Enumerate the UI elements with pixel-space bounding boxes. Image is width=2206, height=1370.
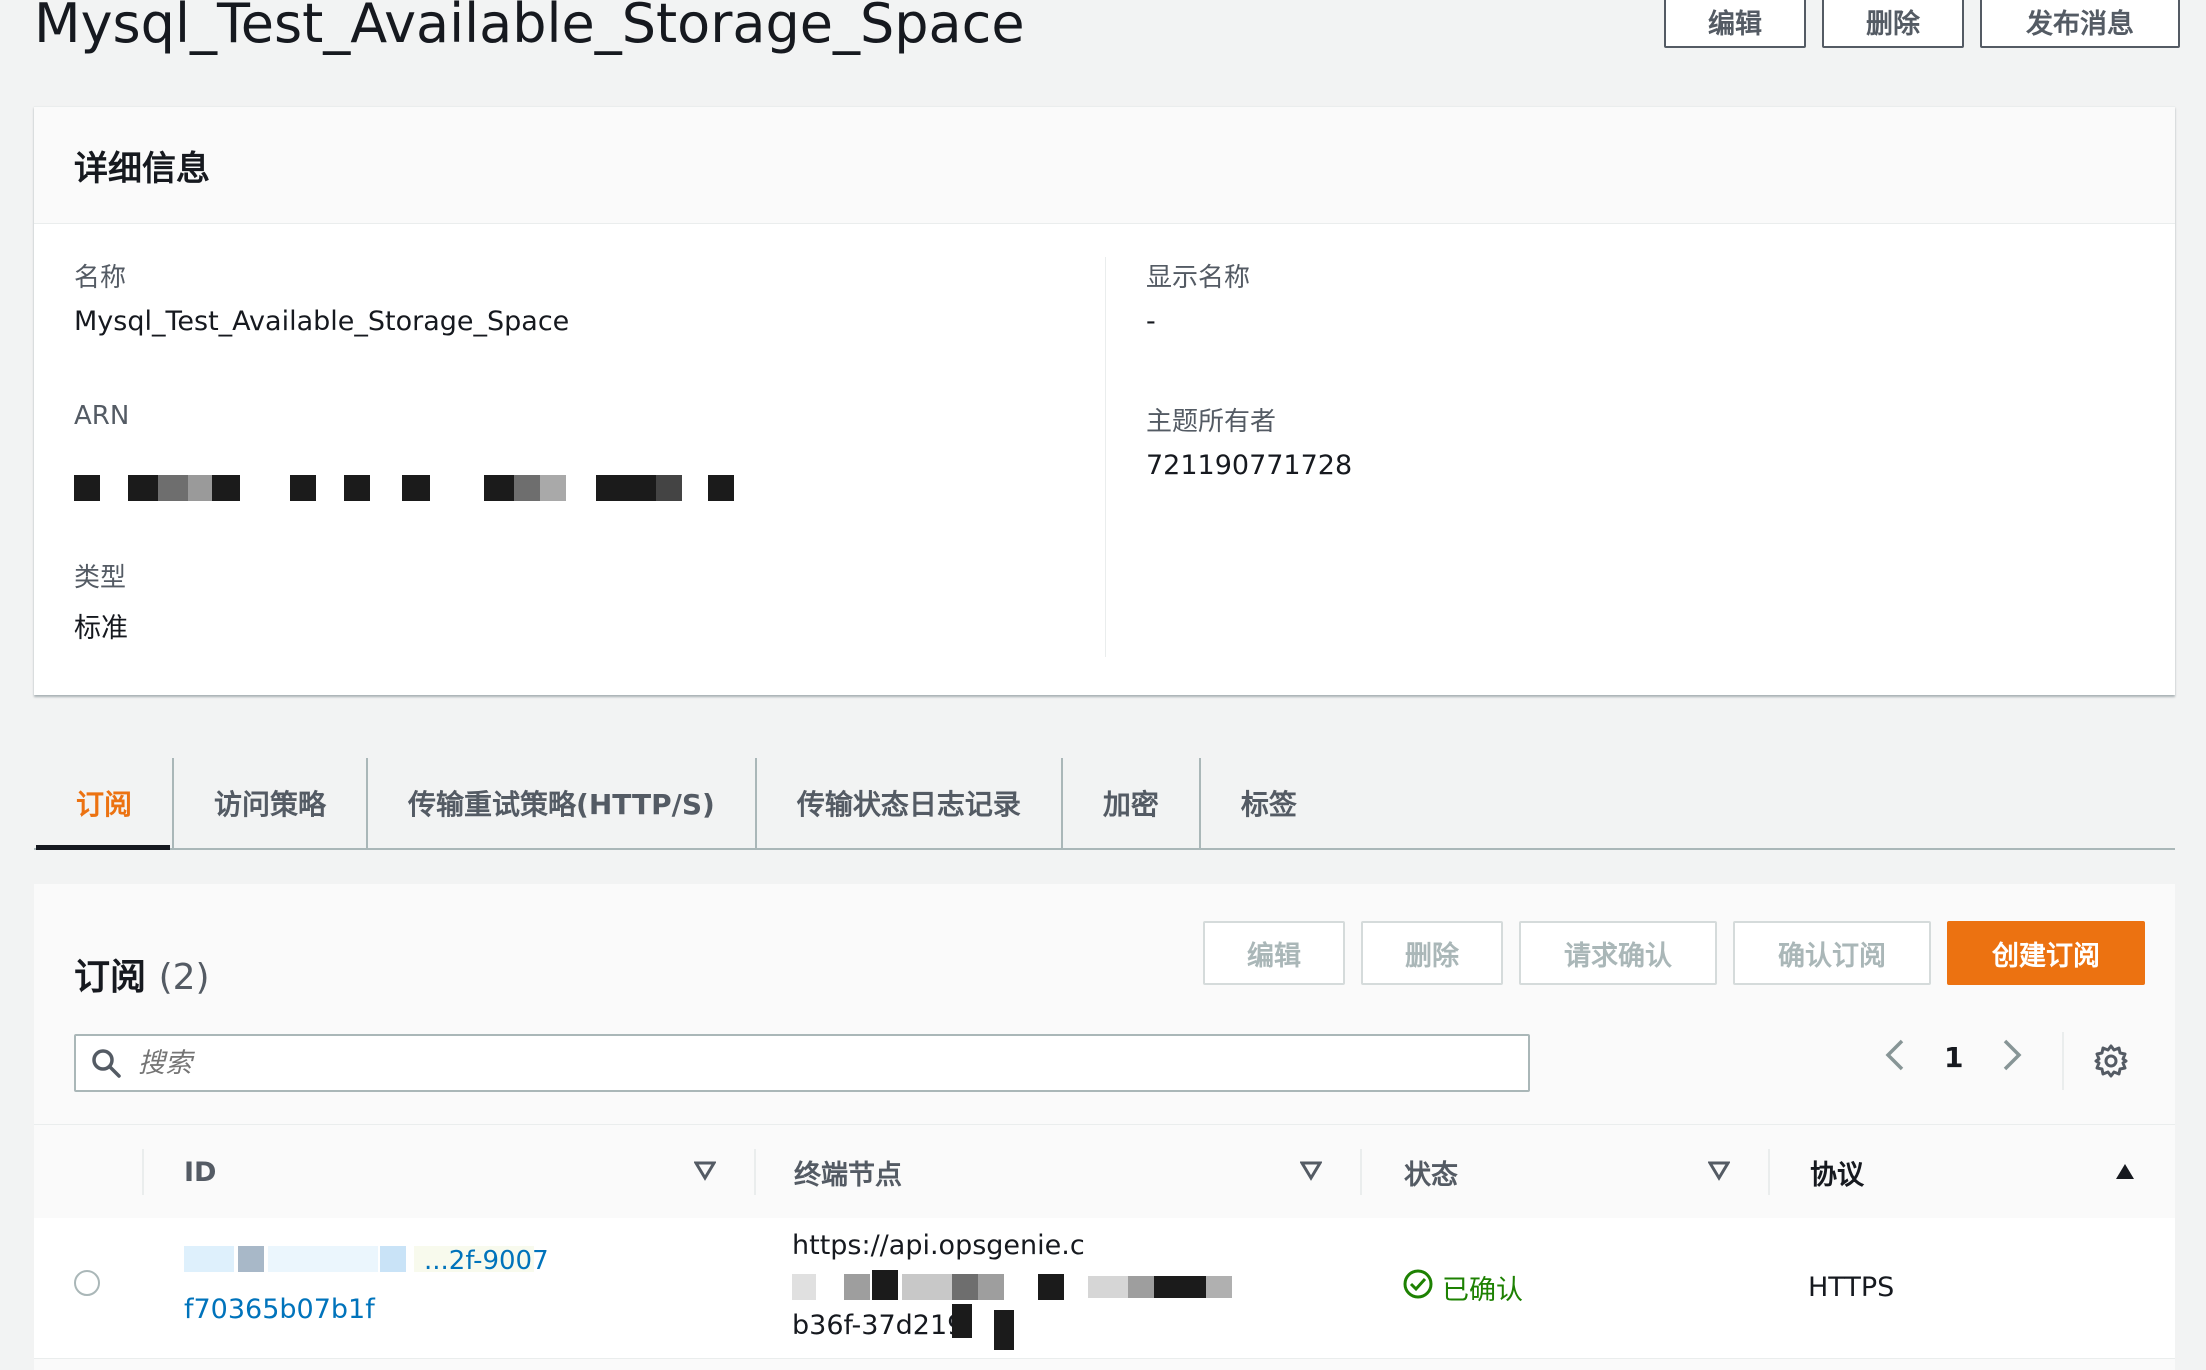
column-divider [1360, 1149, 1362, 1195]
search-box[interactable] [74, 1034, 1530, 1092]
tab-encryption[interactable]: 加密 [1060, 758, 1199, 848]
tab-access-policy[interactable]: 访问策略 [172, 758, 366, 848]
page-number[interactable]: 1 [1944, 1041, 1963, 1074]
subscriptions-actions: 编辑 删除 请求确认 确认订阅 创建订阅 [1203, 921, 2145, 985]
endpoint-redaction [994, 1310, 1014, 1350]
sort-down-icon[interactable] [693, 1161, 717, 1185]
endpoint-redaction [952, 1304, 972, 1338]
type-value: 标准 [74, 613, 128, 644]
search-icon [76, 1047, 136, 1079]
topic-owner-value: 721190771728 [1146, 450, 1353, 481]
confirm-subscription-button[interactable]: 确认订阅 [1733, 921, 1931, 985]
status-text: 已确认 [1442, 1275, 1523, 1306]
delete-subscription-button[interactable]: 删除 [1361, 921, 1503, 985]
pagination: 1 [1884, 1038, 2023, 1076]
topic-tabs: 订阅 访问策略 传输重试策略(HTTP/S) 传输状态日志记录 加密 标签 [34, 758, 2175, 850]
subscription-id-link[interactable]: f70365b07b1f [184, 1294, 375, 1325]
tab-subscriptions[interactable]: 订阅 [34, 758, 172, 850]
subscriptions-title: 订阅 [74, 957, 147, 998]
sort-down-icon[interactable] [1299, 1161, 1323, 1185]
display-name-label: 显示名称 [1146, 263, 1251, 293]
table-row[interactable]: ...2f-9007 f70365b07b1f https://api.opsg… [34, 1218, 2175, 1359]
id-redacted-area: ...2f-9007 [184, 1238, 564, 1278]
tab-delivery-retry-policy[interactable]: 传输重试策略(HTTP/S) [366, 758, 755, 848]
arn-label: ARN [74, 401, 130, 431]
subscriptions-heading: 订阅 (2) [74, 948, 210, 1000]
page-title: Mysql_Test_Available_Storage_Space [34, 0, 1025, 55]
column-divider [1768, 1149, 1770, 1195]
status-confirmed: 已确认 [1402, 1268, 1523, 1307]
delete-topic-button[interactable]: 删除 [1822, 0, 1964, 48]
pager-divider [2062, 1032, 2064, 1090]
column-divider [754, 1149, 756, 1195]
row-select-radio[interactable] [74, 1270, 100, 1296]
sort-up-icon[interactable] [2114, 1161, 2136, 1185]
endpoint-line: https://api.opsgenie.c [792, 1230, 1085, 1261]
endpoint-redacted [792, 1270, 1312, 1310]
check-circle-icon [1402, 1268, 1434, 1307]
edit-subscription-button[interactable]: 编辑 [1203, 921, 1345, 985]
subscriptions-panel: 订阅 (2) 编辑 删除 请求确认 确认订阅 创建订阅 1 ID [34, 884, 2175, 1370]
protocol-value: HTTPS [1808, 1272, 1895, 1303]
column-header-endpoint[interactable]: 终端节点 [794, 1125, 902, 1219]
subscription-id-part[interactable]: ...2f-9007 [424, 1246, 549, 1276]
sort-down-icon[interactable] [1707, 1161, 1731, 1185]
type-label: 类型 [74, 563, 127, 593]
tab-tags[interactable]: 标签 [1198, 758, 1337, 848]
display-name-value: - [1146, 306, 1156, 337]
details-divider [1105, 257, 1106, 657]
details-right-column: 显示名称 - 主题所有者 721190771728 [1146, 257, 1352, 481]
table-header: ID 终端节点 状态 协议 [34, 1124, 2175, 1220]
column-header-id[interactable]: ID [184, 1125, 216, 1219]
column-divider [142, 1149, 144, 1195]
gear-icon[interactable] [2094, 1044, 2128, 1082]
previous-page-icon[interactable] [1884, 1038, 1906, 1076]
details-header: 详细信息 [34, 107, 2175, 224]
column-header-protocol[interactable]: 协议 [1810, 1125, 1864, 1219]
details-panel: 详细信息 名称 Mysql_Test_Available_Storage_Spa… [34, 106, 2175, 695]
next-page-icon[interactable] [2001, 1038, 2023, 1076]
column-header-status[interactable]: 状态 [1404, 1125, 1458, 1219]
topic-owner-label: 主题所有者 [1146, 407, 1277, 437]
endpoint-line: b36f-37d219 [792, 1310, 965, 1341]
create-subscription-button[interactable]: 创建订阅 [1947, 921, 2145, 985]
name-value: Mysql_Test_Available_Storage_Space [74, 306, 570, 337]
publish-message-button[interactable]: 发布消息 [1980, 0, 2180, 48]
details-title: 详细信息 [74, 148, 210, 189]
search-input[interactable] [136, 1046, 1528, 1080]
top-actions: 编辑 删除 发布消息 [1664, 0, 2180, 48]
arn-value-redacted [74, 445, 794, 505]
subscriptions-count: (2) [158, 957, 210, 998]
details-left-column: 名称 Mysql_Test_Available_Storage_Space AR… [74, 257, 794, 645]
name-label: 名称 [74, 263, 127, 293]
request-confirmation-button[interactable]: 请求确认 [1519, 921, 1717, 985]
edit-topic-button[interactable]: 编辑 [1664, 0, 1806, 48]
tab-delivery-status-logging[interactable]: 传输状态日志记录 [754, 758, 1061, 848]
